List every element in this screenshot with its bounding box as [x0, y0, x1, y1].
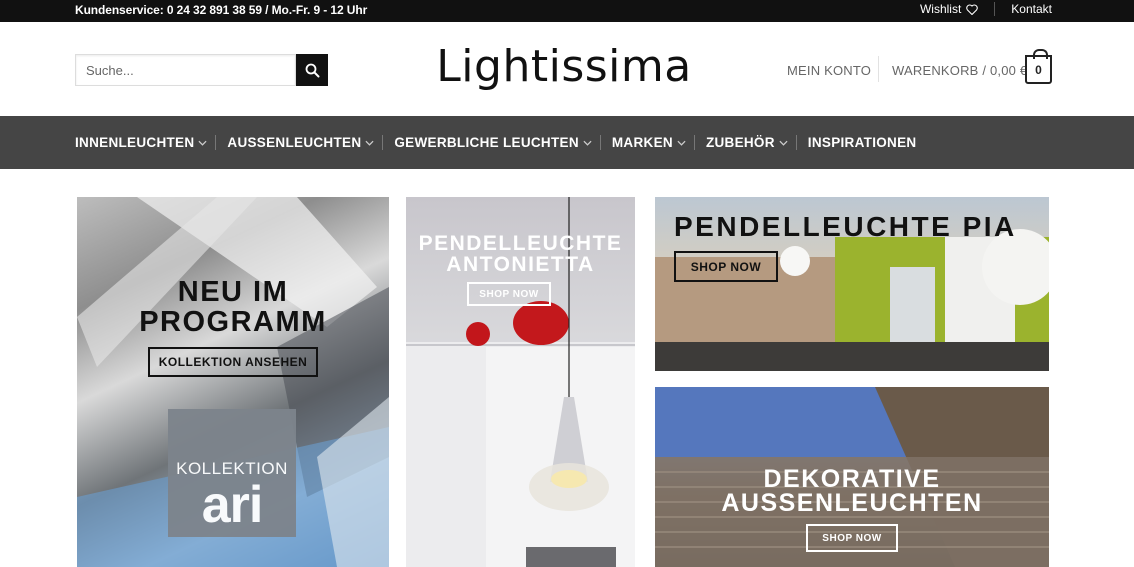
- chevron-down-icon: [365, 140, 374, 146]
- nav-label: MARKEN: [611, 135, 673, 150]
- site-header: Lightissima MEIN KONTO WARENKORB / 0,00 …: [0, 22, 1134, 116]
- nav-label: GEWERBLICHE LEUCHTEN: [394, 135, 579, 150]
- tile-title-line: AUSSENLEUCHTEN: [721, 489, 983, 517]
- logo-text: Lightissima: [436, 41, 691, 92]
- nav-divider: [215, 135, 217, 150]
- tile-title-line: PENDELLEUCHTE: [418, 232, 623, 255]
- promo-tile-outdoor[interactable]: DEKORATIVE AUSSENLEUCHTEN SHOP NOW: [655, 387, 1049, 567]
- collection-badge: KOLLEKTION ari: [168, 409, 296, 537]
- top-links: Wishlist Kontakt: [920, 2, 1052, 16]
- top-divider: [994, 2, 996, 16]
- tile-title: NEU IM PROGRAMM: [77, 277, 389, 337]
- wishlist-label: Wishlist: [919, 2, 962, 16]
- site-logo[interactable]: Lightissima: [428, 41, 700, 97]
- nav-item-zubehoer[interactable]: ZUBEHÖR: [706, 135, 788, 150]
- search-form: [75, 54, 328, 86]
- nav-label: INNENLEUCHTEN: [75, 135, 195, 150]
- search-button[interactable]: [296, 54, 328, 86]
- shop-now-button[interactable]: SHOP NOW: [806, 524, 898, 552]
- main-navigation: INNENLEUCHTEN AUSSENLEUCHTEN GEWERBLICHE…: [0, 116, 1134, 169]
- account-link[interactable]: MEIN KONTO: [787, 63, 871, 78]
- nav-divider: [382, 135, 384, 150]
- cart-link[interactable]: WARENKORB / 0,00 €: [892, 63, 1027, 78]
- nav-label: ZUBEHÖR: [705, 135, 775, 150]
- nav-label: AUSSENLEUCHTEN: [227, 135, 362, 150]
- chevron-down-icon: [583, 140, 592, 146]
- promo-tile-pia[interactable]: PENDELLEUCHTE PIA SHOP NOW: [655, 197, 1049, 371]
- search-input[interactable]: [75, 54, 296, 86]
- nav-divider: [599, 135, 601, 150]
- badge-big-text: ari: [201, 476, 264, 534]
- view-collection-button[interactable]: KOLLEKTION ANSEHEN: [148, 347, 318, 377]
- nav-item-aussenleuchten[interactable]: AUSSENLEUCHTEN: [227, 135, 374, 150]
- tile-title: PENDELLEUCHTE ANTONIETTA: [406, 233, 635, 275]
- nav-item-gewerbliche-leuchten[interactable]: GEWERBLICHE LEUCHTEN: [394, 135, 592, 150]
- tile-title: DEKORATIVE AUSSENLEUCHTEN: [655, 465, 1049, 517]
- header-divider: [878, 56, 879, 82]
- shop-now-button[interactable]: SHOP NOW: [674, 251, 778, 282]
- nav-label: INSPIRATIONEN: [807, 135, 917, 150]
- tile-title-line: DEKORATIVE: [763, 465, 941, 493]
- tile-title: PENDELLEUCHTE PIA: [674, 211, 1017, 242]
- tile-title-line: PROGRAMM: [139, 306, 327, 338]
- promo-tile-new-collection[interactable]: NEU IM PROGRAMM KOLLEKTION ANSEHEN KOLLE…: [77, 197, 389, 567]
- contact-link[interactable]: Kontakt: [1011, 2, 1052, 16]
- customer-service-text: Kundenservice: 0 24 32 891 38 59 / Mo.-F…: [75, 3, 368, 17]
- nav-item-marken[interactable]: MARKEN: [612, 135, 686, 150]
- heart-icon: [966, 3, 979, 15]
- nav-divider: [693, 135, 695, 150]
- promo-tile-antonietta[interactable]: PENDELLEUCHTE ANTONIETTA SHOP NOW: [406, 197, 635, 567]
- chevron-down-icon: [677, 140, 686, 146]
- nav-divider: [795, 135, 797, 150]
- nav-item-inspirationen[interactable]: INSPIRATIONEN: [808, 135, 917, 150]
- chevron-down-icon: [779, 140, 788, 146]
- top-bar: Kundenservice: 0 24 32 891 38 59 / Mo.-F…: [0, 0, 1134, 22]
- tile-title-line: NEU IM: [177, 276, 289, 308]
- tile-title-line: ANTONIETTA: [446, 253, 595, 276]
- cart-icon[interactable]: 0: [1025, 49, 1052, 84]
- wishlist-link[interactable]: Wishlist: [919, 2, 979, 16]
- nav-item-innenleuchten[interactable]: INNENLEUCHTEN: [75, 135, 207, 150]
- search-icon: [305, 63, 319, 77]
- chevron-down-icon: [198, 140, 207, 146]
- shop-now-button[interactable]: SHOP NOW: [467, 282, 551, 306]
- cart-count: 0: [1035, 62, 1042, 77]
